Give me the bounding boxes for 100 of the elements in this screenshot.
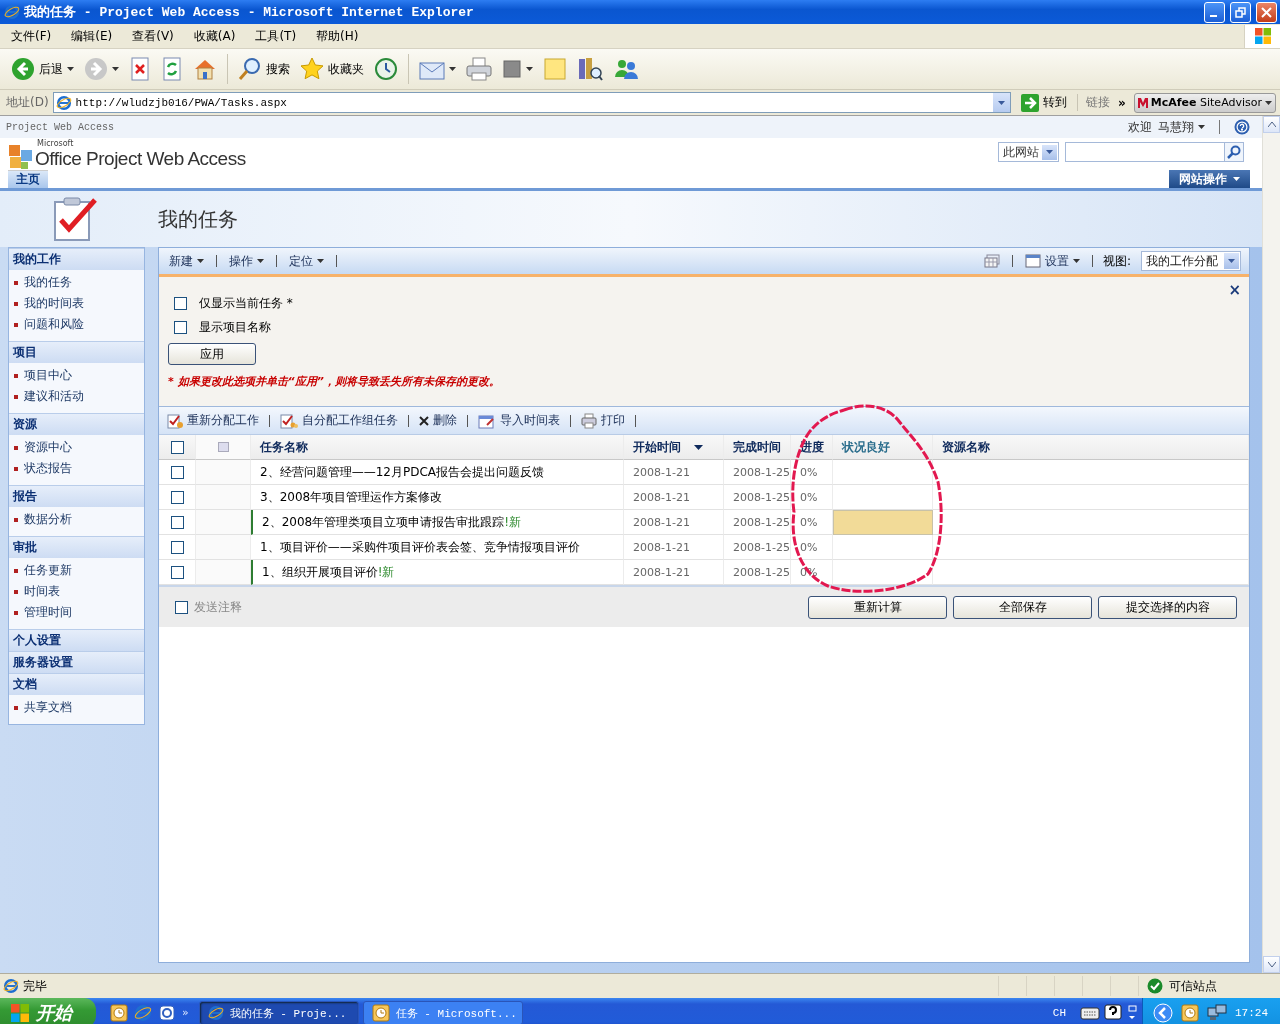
action-button[interactable]: 自分配工作组任务 bbox=[278, 412, 400, 429]
nav-link[interactable]: 建议和活动 bbox=[9, 386, 144, 407]
search-field[interactable] bbox=[1065, 142, 1225, 162]
table-cell: 2008-1-25 bbox=[724, 485, 791, 510]
nav-link[interactable]: 任务更新 bbox=[9, 560, 144, 581]
warning-text: * 如果更改此选项并单击“应用”，则将导致丢失所有未保存的更改。 bbox=[168, 374, 501, 389]
restore-button[interactable] bbox=[1230, 1, 1251, 23]
row-checkbox[interactable] bbox=[170, 490, 184, 504]
menu-item[interactable]: 查看(V) bbox=[125, 25, 181, 47]
toolbar-menu[interactable]: 操作 bbox=[227, 252, 266, 270]
form-button[interactable]: 全部保存 bbox=[953, 595, 1092, 619]
start-button[interactable]: 开始 bbox=[0, 998, 96, 1024]
menu-item[interactable]: 帮助(H) bbox=[309, 25, 366, 47]
caret-icon bbox=[1072, 259, 1080, 263]
column-header[interactable]: 开始时间 bbox=[624, 435, 724, 460]
task-name[interactable]: 3、2008年项目管理运作方案修改 bbox=[251, 485, 624, 510]
form-button[interactable]: 提交选择的内容 bbox=[1098, 595, 1237, 619]
nav-heading[interactable]: 服务器设置 bbox=[9, 651, 144, 673]
settings-menu[interactable]: 设置 bbox=[1022, 252, 1082, 270]
nav-link[interactable]: 状态报告 bbox=[9, 458, 144, 479]
form-button[interactable]: 重新计算 bbox=[808, 595, 947, 619]
nav-link[interactable]: 管理时间 bbox=[9, 602, 144, 623]
caret-icon bbox=[1046, 150, 1053, 154]
nav-link[interactable]: 资源中心 bbox=[9, 437, 144, 458]
row-checkbox[interactable] bbox=[170, 465, 184, 479]
minimize-button[interactable] bbox=[1204, 1, 1225, 23]
nav-heading[interactable]: 报告 bbox=[9, 485, 144, 507]
task-name[interactable]: 2、2008年管理类项目立项申请报告审批跟踪!新 bbox=[251, 510, 624, 535]
nav-heading[interactable]: 我的工作 bbox=[9, 248, 144, 270]
toolbar-menu[interactable]: 定位 bbox=[287, 252, 326, 270]
nav-heading[interactable]: 个人设置 bbox=[9, 629, 144, 651]
refresh-icon bbox=[161, 57, 183, 81]
chevron-button[interactable]: » bbox=[182, 1006, 189, 1019]
nav-link[interactable]: 时间表 bbox=[9, 581, 144, 602]
task-name[interactable]: 2、经营问题管理——12月PDCA报告会提出问题反馈 bbox=[251, 460, 624, 485]
nav-link[interactable]: 项目中心 bbox=[9, 365, 144, 386]
nav-link[interactable]: 我的任务 bbox=[9, 272, 144, 293]
row-checkbox[interactable] bbox=[170, 515, 184, 529]
table-cell: 2008-1-21 bbox=[624, 485, 724, 510]
menu-item[interactable]: 收藏(A) bbox=[186, 25, 243, 47]
caret-icon bbox=[1198, 125, 1205, 129]
option-label: 显示项目名称 bbox=[199, 318, 271, 336]
row-checkbox[interactable] bbox=[170, 540, 184, 554]
menu-item[interactable]: 文件(F) bbox=[4, 25, 59, 47]
caret-icon bbox=[257, 259, 264, 263]
print-button[interactable] bbox=[463, 55, 495, 83]
row-checkbox[interactable] bbox=[170, 565, 184, 579]
action-button[interactable]: 导入时间表 bbox=[476, 412, 562, 429]
column-header[interactable]: 完成时间 bbox=[724, 435, 791, 460]
siteadvisor-button[interactable]: McAfee SiteAdvisor bbox=[1133, 92, 1276, 113]
nav-heading[interactable]: 项目 bbox=[9, 341, 144, 363]
action-button[interactable]: 删除 bbox=[417, 412, 459, 429]
favorites-button[interactable]: 收藏夹 bbox=[297, 55, 367, 83]
action-button[interactable]: 重新分配工作 bbox=[165, 412, 261, 429]
go-button[interactable]: 转到 bbox=[1015, 93, 1074, 112]
search-button[interactable] bbox=[1224, 142, 1244, 162]
minimize-icon bbox=[1209, 14, 1217, 17]
checkbox[interactable] bbox=[174, 320, 187, 334]
network-icon bbox=[1207, 1004, 1227, 1022]
scope-dropdown[interactable]: 此网站 bbox=[998, 142, 1059, 162]
apply-button[interactable]: 应用 bbox=[168, 343, 256, 365]
nav-heading[interactable]: 资源 bbox=[9, 413, 144, 435]
nav-tab[interactable]: 主页 bbox=[8, 170, 48, 188]
caret-icon bbox=[112, 67, 119, 71]
people-icon bbox=[613, 57, 639, 81]
menu-item[interactable]: 工具(T) bbox=[248, 25, 304, 47]
column-header[interactable]: 状况良好 bbox=[833, 435, 933, 460]
scrollbar[interactable] bbox=[1262, 116, 1280, 973]
nav-link[interactable]: 我的时间表 bbox=[9, 293, 144, 314]
address-field[interactable]: http://wludzjb016/PWA/Tasks.aspx bbox=[52, 92, 1012, 113]
menu-item[interactable]: 编辑(E) bbox=[64, 25, 120, 47]
nav-link[interactable]: 问题和风险 bbox=[9, 314, 144, 335]
select-all-checkbox[interactable] bbox=[170, 440, 184, 454]
language-indicator[interactable]: CH bbox=[1052, 1007, 1066, 1019]
taskbar-window[interactable]: 任务 - Microsoft... bbox=[362, 1001, 523, 1024]
toolbar-menu[interactable]: 新建 bbox=[167, 252, 206, 270]
column-header[interactable]: 资源名称 bbox=[933, 435, 1249, 460]
grid-view-button[interactable] bbox=[981, 254, 1002, 268]
taskbar-window[interactable]: 我的任务 - Proje... bbox=[198, 1001, 359, 1024]
nav-heading[interactable]: 审批 bbox=[9, 536, 144, 558]
user-menu[interactable]: 马慧翔 bbox=[1158, 118, 1205, 136]
back-button[interactable]: 后退 bbox=[8, 55, 77, 83]
checkbox[interactable] bbox=[174, 296, 187, 310]
table-cell: 0% bbox=[791, 460, 833, 485]
task-name[interactable]: 1、项目评价——采购件项目评价表会签、竞争情报项目评价 bbox=[251, 535, 624, 560]
sort-arrow-icon bbox=[693, 444, 703, 450]
search-button[interactable]: 搜索 bbox=[235, 55, 293, 83]
magnifier-icon bbox=[238, 57, 262, 81]
view-dropdown[interactable]: 我的工作分配 bbox=[1141, 251, 1241, 271]
site-actions-button[interactable]: 网站操作 bbox=[1169, 170, 1250, 188]
clock-icon bbox=[110, 1004, 128, 1022]
column-header[interactable]: 任务名称 bbox=[251, 435, 624, 460]
m-logo-icon bbox=[1137, 97, 1148, 108]
browser-icon bbox=[55, 94, 72, 111]
nav-heading[interactable]: 文档 bbox=[9, 673, 144, 695]
chevron-button[interactable]: » bbox=[1118, 95, 1126, 110]
action-button[interactable]: 打印 bbox=[579, 412, 627, 429]
close-button[interactable] bbox=[1256, 1, 1277, 23]
note-icon bbox=[543, 57, 567, 81]
close-button[interactable]: × bbox=[1228, 281, 1241, 299]
